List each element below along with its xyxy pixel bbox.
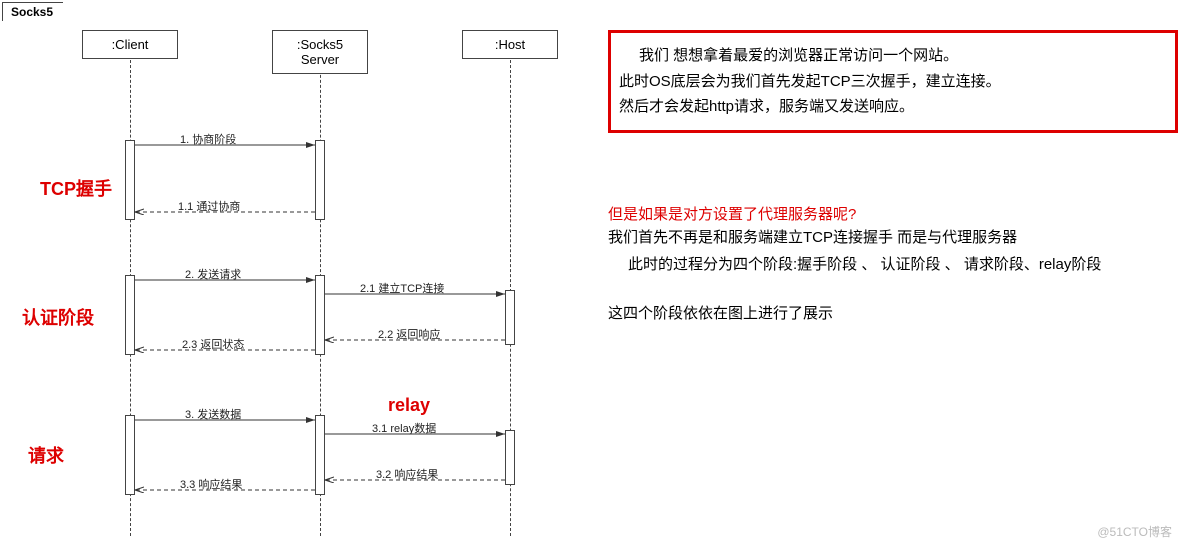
- intro-line-1: 我们 想想拿着最爱的浏览器正常访问一个网站。: [619, 43, 1167, 69]
- phase-relay: relay: [388, 395, 430, 416]
- msg-2-1: 2.1 建立TCP连接: [360, 280, 444, 296]
- msg-3-2: 3.2 响应结果: [376, 466, 438, 482]
- para-2: 此时的过程分为四个阶段:握手阶段 、 认证阶段 、 请求阶段、relay阶段: [608, 251, 1178, 278]
- para-3: 这四个阶段依依在图上进行了展示: [608, 300, 1178, 327]
- sequence-diagram: Socks5 :Client :Socks5 Server :Host: [0, 0, 600, 546]
- msg-2: 2. 发送请求: [185, 266, 241, 282]
- msg-1-1: 1.1 通过协商: [178, 198, 240, 214]
- intro-line-3: 然后才会发起http请求，服务端又发送响应。: [619, 94, 1167, 120]
- phase-req: 请求: [28, 442, 64, 468]
- question: 但是如果是对方设置了代理服务器呢?: [608, 203, 1178, 224]
- msg-2-3: 2.3 返回状态: [182, 336, 244, 352]
- watermark: @51CTO博客: [1097, 523, 1172, 540]
- para-1: 我们首先不再是和服务端建立TCP连接握手 而是与代理服务器: [608, 224, 1178, 251]
- intro-line-2: 此时OS底层会为我们首先发起TCP三次握手，建立连接。: [619, 69, 1167, 95]
- intro-box: 我们 想想拿着最爱的浏览器正常访问一个网站。 此时OS底层会为我们首先发起TCP…: [608, 30, 1178, 133]
- annotation-text: 我们 想想拿着最爱的浏览器正常访问一个网站。 此时OS底层会为我们首先发起TCP…: [608, 30, 1178, 327]
- msg-3-3: 3.3 响应结果: [180, 476, 242, 492]
- msg-2-2: 2.2 返回响应: [378, 326, 440, 342]
- msg-3: 3. 发送数据: [185, 406, 241, 422]
- arrows-svg: [0, 0, 600, 546]
- phase-auth: 认证阶段: [22, 304, 94, 330]
- phase-tcp: TCP握手: [40, 175, 112, 201]
- msg-1: 1. 协商阶段: [180, 131, 236, 147]
- msg-3-1: 3.1 relay数据: [372, 420, 436, 436]
